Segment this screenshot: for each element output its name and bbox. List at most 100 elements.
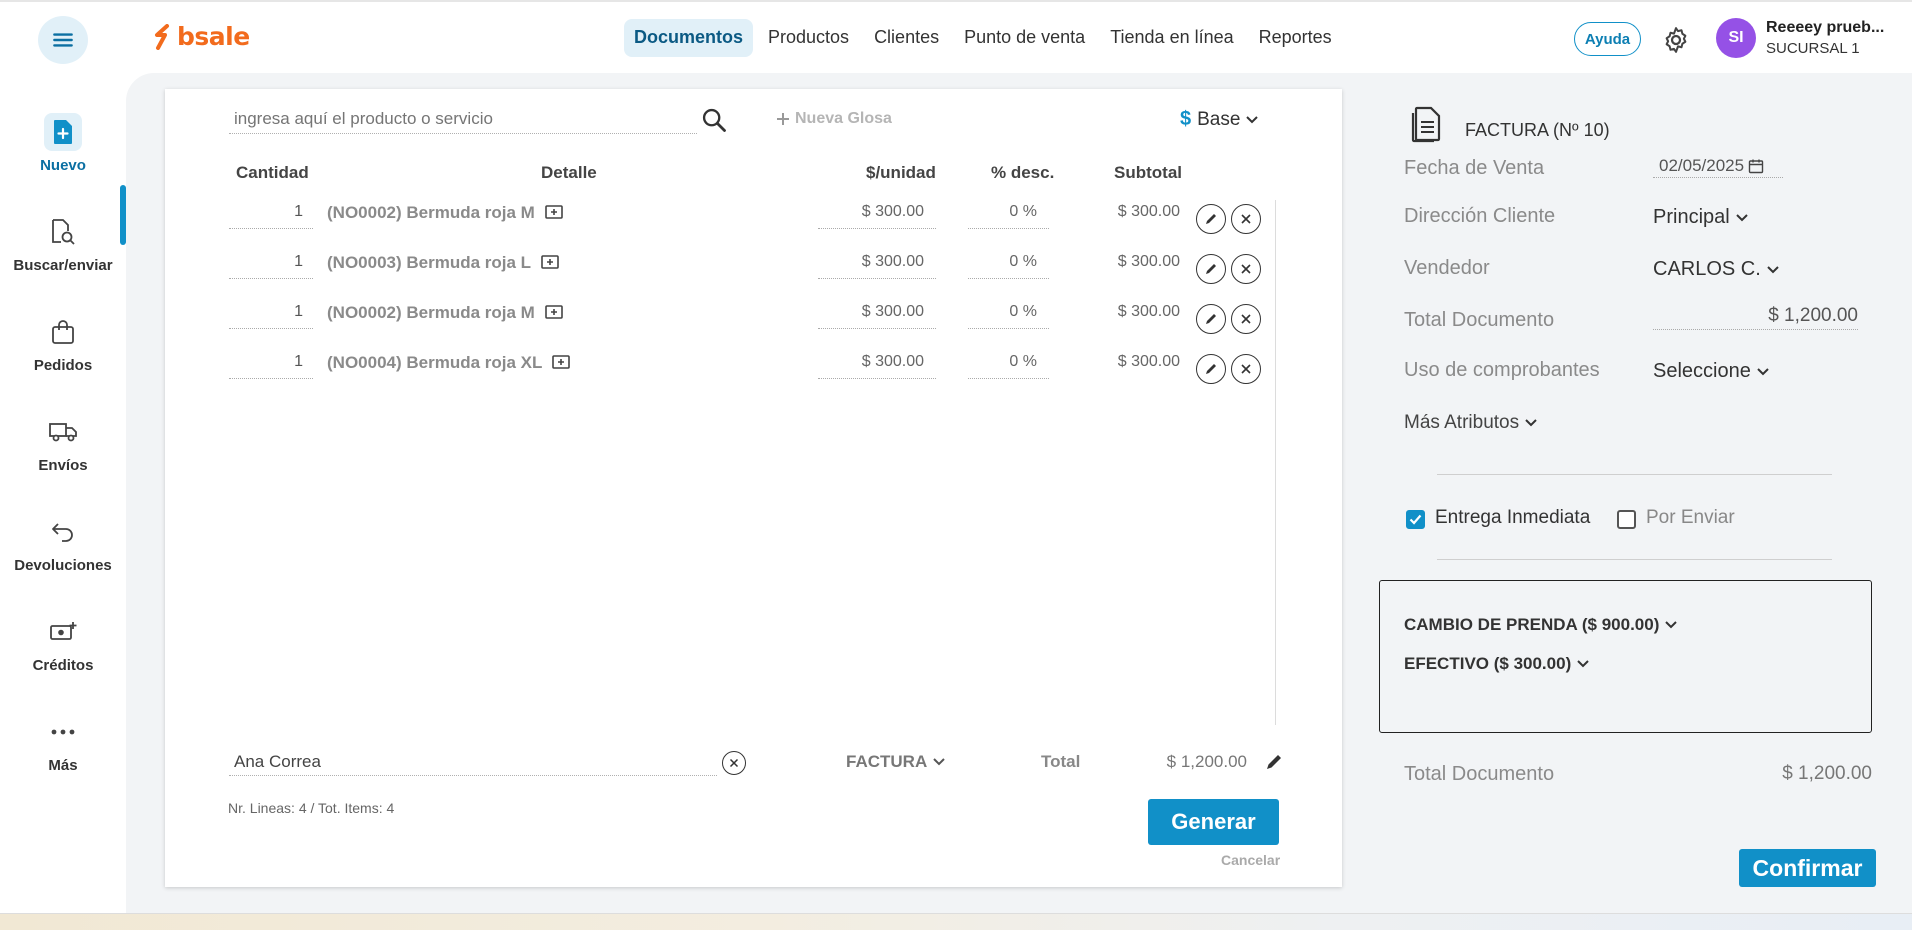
sale-date-value: 02/05/2025 — [1659, 155, 1745, 175]
voucher-use-select[interactable]: Seleccione — [1653, 360, 1769, 383]
payment-label: CAMBIO DE PRENDA ($ 900.00) — [1404, 615, 1660, 634]
remove-line-button[interactable] — [1231, 204, 1261, 234]
document-title: FACTURA (Nº 10) — [1465, 120, 1610, 140]
search-icon[interactable] — [700, 106, 728, 134]
line-item-counts: Nr. Lineas: 4 / Tot. Items: 4 — [228, 800, 395, 816]
nav-clientes[interactable]: Clientes — [864, 19, 949, 57]
column-header-discount: % desc. — [991, 163, 1055, 182]
edit-line-button[interactable] — [1196, 304, 1226, 334]
table-scrollbar-track[interactable] — [1275, 200, 1276, 725]
qty-field[interactable]: 1 — [229, 253, 313, 279]
add-note-icon[interactable] — [545, 305, 563, 321]
pencil-icon — [1206, 264, 1216, 274]
discount-field[interactable]: 0 % — [968, 303, 1049, 329]
sidebar-item-nuevo[interactable]: Nuevo — [0, 113, 126, 174]
sidebar-item-creditos[interactable]: Créditos — [0, 613, 126, 674]
subtotal-value: $ 300.00 — [1117, 253, 1180, 270]
edit-line-button[interactable] — [1196, 254, 1226, 284]
document-type-select[interactable]: FACTURA — [846, 752, 945, 772]
sale-date-field[interactable]: 02/05/2025 — [1653, 154, 1783, 178]
payment-label: EFECTIVO ($ 300.00) — [1404, 654, 1572, 673]
add-note-icon[interactable] — [541, 255, 559, 271]
logo-text: bsale — [177, 22, 250, 51]
new-gloss-button[interactable]: Nueva Glosa — [775, 110, 892, 128]
subtotal-value: $ 300.00 — [1117, 303, 1180, 320]
bsale-logo[interactable]: bsale — [153, 22, 250, 51]
client-field[interactable] — [229, 748, 717, 776]
add-note-icon[interactable] — [552, 355, 571, 371]
seller-value: CARLOS C. — [1653, 258, 1761, 280]
sidebar-item-devoluciones[interactable]: Devoluciones — [0, 513, 126, 574]
document-type-label: FACTURA — [846, 752, 928, 771]
voucher-use-label: Uso de comprobantes — [1404, 359, 1600, 381]
nav-reportes[interactable]: Reportes — [1249, 19, 1342, 57]
menu-button[interactable] — [38, 16, 88, 64]
seller-label: Vendedor — [1404, 257, 1490, 279]
close-icon — [1241, 314, 1251, 324]
clear-client-button[interactable] — [722, 751, 746, 775]
edit-line-button[interactable] — [1196, 204, 1226, 234]
sidebar-item-mas[interactable]: Más — [0, 713, 126, 774]
to-send-label[interactable]: Por Enviar — [1646, 507, 1735, 529]
qty-field[interactable]: 1 — [229, 303, 313, 329]
discount-field[interactable]: 0 % — [968, 253, 1049, 279]
discount-field[interactable]: 0 % — [968, 353, 1049, 379]
immediate-delivery-label[interactable]: Entrega Inmediata — [1435, 507, 1590, 529]
remove-line-button[interactable] — [1231, 354, 1261, 384]
total-document-field[interactable]: $ 1,200.00 — [1653, 305, 1858, 330]
to-send-checkbox[interactable] — [1617, 510, 1636, 529]
table-row: 1 (NO0002) Bermuda roja M $ 300.00 0 % $… — [0, 303, 1912, 349]
nav-punto-de-venta[interactable]: Punto de venta — [954, 19, 1095, 57]
nav-tienda-en-linea[interactable]: Tienda en línea — [1100, 19, 1243, 57]
new-gloss-label: Nueva Glosa — [795, 110, 892, 127]
table-row: 1 (NO0004) Bermuda roja XL $ 300.00 0 % … — [0, 353, 1912, 399]
help-button[interactable]: Ayuda — [1574, 22, 1641, 56]
gear-icon[interactable] — [1661, 25, 1691, 55]
grand-total-value: $ 1,200.00 — [1782, 763, 1872, 784]
detail-text: (NO0002) Bermuda roja M — [327, 303, 535, 322]
generate-button[interactable]: Generar — [1148, 799, 1279, 845]
column-header-unit-price: $/unidad — [866, 163, 936, 182]
address-select[interactable]: Principal — [1653, 206, 1748, 229]
more-attributes-toggle[interactable]: Más Atributos — [1404, 412, 1537, 434]
immediate-delivery-checkbox[interactable] — [1406, 510, 1425, 529]
chevron-down-icon — [1757, 367, 1769, 375]
close-icon — [1241, 214, 1251, 224]
checkmark-icon — [1409, 514, 1422, 525]
os-taskbar — [0, 913, 1912, 930]
unit-price-field[interactable]: $ 300.00 — [818, 253, 936, 279]
more-attributes-label: Más Atributos — [1404, 412, 1520, 433]
unit-price-field[interactable]: $ 300.00 — [818, 303, 936, 329]
edit-line-button[interactable] — [1196, 354, 1226, 384]
price-list-select[interactable]: $ Base — [1180, 108, 1259, 131]
seller-select[interactable]: CARLOS C. — [1653, 258, 1779, 281]
pencil-icon[interactable] — [1264, 752, 1284, 772]
avatar[interactable]: SI — [1716, 18, 1756, 58]
payment-item[interactable]: EFECTIVO ($ 300.00) — [1404, 654, 1589, 674]
sidebar-item-envios[interactable]: Envíos — [0, 413, 126, 474]
remove-line-button[interactable] — [1231, 254, 1261, 284]
sidebar-item-label: Créditos — [32, 657, 94, 674]
price-list-label: Base — [1197, 108, 1241, 130]
nav-documentos[interactable]: Documentos — [624, 19, 754, 57]
sale-date-label: Fecha de Venta — [1404, 157, 1545, 179]
qty-field[interactable]: 1 — [229, 203, 313, 229]
column-header-detail: Detalle — [541, 163, 597, 182]
nav-productos[interactable]: Productos — [758, 19, 859, 57]
qty-field[interactable]: 1 — [229, 353, 313, 379]
chevron-down-icon — [1735, 213, 1748, 221]
chevron-down-icon — [933, 758, 945, 766]
cancel-link[interactable]: Cancelar — [1221, 852, 1280, 868]
confirm-button[interactable]: Confirmar — [1739, 849, 1876, 887]
product-search-input[interactable] — [229, 104, 697, 134]
subtotal-value: $ 300.00 — [1117, 353, 1180, 370]
discount-field[interactable]: 0 % — [968, 203, 1049, 229]
unit-price-field[interactable]: $ 300.00 — [818, 203, 936, 229]
add-note-icon[interactable] — [545, 205, 563, 221]
user-name[interactable]: Reeeey prueb... — [1766, 19, 1884, 37]
divider — [1437, 559, 1832, 560]
payment-item[interactable]: CAMBIO DE PRENDA ($ 900.00) — [1404, 615, 1678, 635]
remove-line-button[interactable] — [1231, 304, 1261, 334]
address-value: Principal — [1653, 206, 1730, 228]
unit-price-field[interactable]: $ 300.00 — [818, 353, 936, 379]
